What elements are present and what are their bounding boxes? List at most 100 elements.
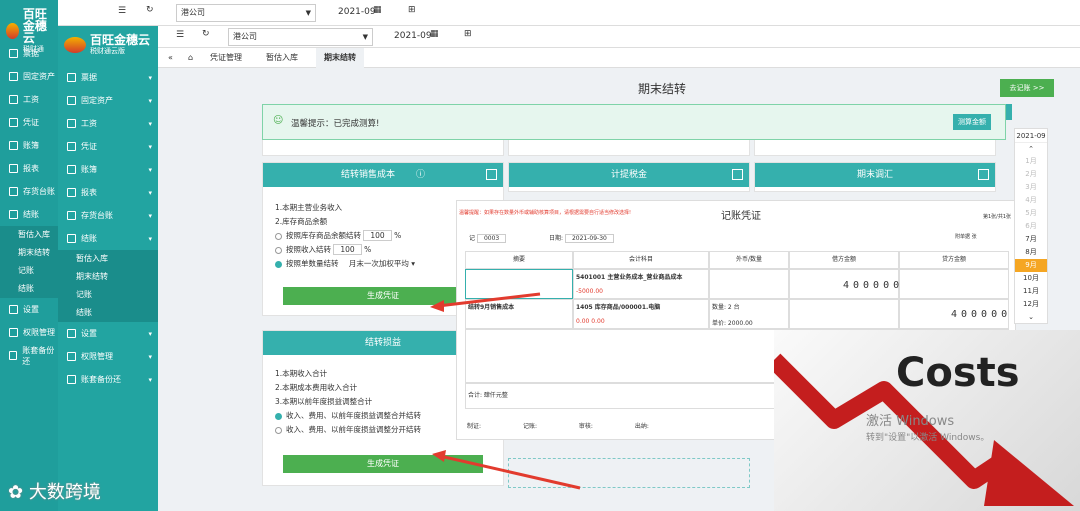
user-icon[interactable]: [978, 169, 989, 180]
month-11[interactable]: 11月: [1015, 285, 1047, 298]
month-12[interactable]: 12月: [1015, 298, 1047, 311]
company-select[interactable]: 港公司 ▼: [228, 28, 373, 46]
sidebar-subitem-9[interactable]: 期末结转: [0, 244, 58, 262]
month-6[interactable]: 6月: [1015, 220, 1047, 233]
radio-selected[interactable]: [275, 260, 282, 268]
sidebar-subitem-9[interactable]: 期末结转: [58, 268, 158, 286]
smile-icon: ☺: [273, 115, 284, 126]
month-4[interactable]: 4月: [1015, 194, 1047, 207]
calendar-icon[interactable]: ▦: [373, 5, 382, 15]
grid-settings-icon[interactable]: ⊞: [408, 5, 416, 15]
row2-debit[interactable]: [789, 299, 899, 329]
company-select[interactable]: 港公司 ▼: [176, 4, 316, 22]
menu-icon[interactable]: ☰: [176, 30, 184, 40]
month-10[interactable]: 10月: [1015, 272, 1047, 285]
sidebar-item-6[interactable]: 存货台账: [0, 180, 58, 203]
calendar-icon[interactable]: ▦: [430, 29, 439, 39]
home-icon[interactable]: ⌂: [180, 48, 201, 68]
radio[interactable]: [275, 426, 282, 434]
radio-selected[interactable]: [275, 412, 282, 420]
sidebar-subitem-11[interactable]: 结账: [0, 280, 58, 298]
grid-settings-icon[interactable]: ⊞: [464, 29, 472, 39]
month-7[interactable]: 7月: [1015, 233, 1047, 246]
sidebar-item-7[interactable]: 结账 ▾: [58, 227, 158, 250]
activate-windows-sub: 转到"设置"以激活 Windows。: [866, 433, 990, 443]
row1-credit[interactable]: [899, 269, 1009, 299]
menu-icon[interactable]: ☰: [118, 6, 126, 16]
go-ledger-button[interactable]: 去记账 >>: [1000, 79, 1054, 97]
row2-qty[interactable]: 数量: 2 台单价: 2000.00: [709, 299, 789, 329]
sidebar-subitem-11[interactable]: 结账: [58, 304, 158, 322]
radio[interactable]: [275, 246, 282, 254]
sidebar-item-5[interactable]: 报表: [0, 157, 58, 180]
refresh-icon[interactable]: ↻: [202, 29, 210, 39]
tab-prev-icon[interactable]: «: [160, 48, 181, 68]
chevron-down-icon: ▾: [148, 188, 152, 197]
calendar-current[interactable]: 2021-09: [1015, 129, 1047, 143]
sidebar-item-1[interactable]: 固定资产: [0, 65, 58, 88]
col-account: 会计科目: [573, 251, 709, 269]
sidebar-item-3[interactable]: 凭证: [0, 111, 58, 134]
collapse-handle[interactable]: [1006, 104, 1012, 120]
tab-period-close[interactable]: 期末结转: [316, 48, 364, 68]
month-9[interactable]: 9月: [1015, 259, 1047, 272]
row1-qty[interactable]: [709, 269, 789, 299]
voucher-date[interactable]: 日期: 2021-09-30: [549, 233, 614, 243]
sidebar-item-12[interactable]: 设置 ▾: [58, 322, 158, 345]
chevron-up-icon[interactable]: ⌃: [1015, 143, 1047, 155]
calc-amount-button[interactable]: 测算金额: [953, 114, 991, 130]
sidebar-subitem-10[interactable]: 记账: [0, 262, 58, 280]
card-header: 结转销售成本 ⓘ: [263, 163, 503, 187]
nav-label: 账套备份还: [81, 375, 121, 384]
sidebar-item-13[interactable]: 权限管理: [0, 321, 58, 344]
sidebar-item-3[interactable]: 凭证 ▾: [58, 135, 158, 158]
help-icon[interactable]: ⓘ: [416, 170, 425, 180]
date-value[interactable]: 2021-09-30: [564, 234, 614, 243]
sidebar-item-1[interactable]: 固定资产 ▾: [58, 89, 158, 112]
voucher-no[interactable]: 0003: [476, 234, 507, 243]
sidebar-item-0[interactable]: 票据 ▾: [58, 66, 158, 89]
sidebar-item-7[interactable]: 结账: [0, 203, 58, 226]
method-select[interactable]: 月末一次加权平均: [349, 259, 409, 268]
sidebar-item-13[interactable]: 权限管理 ▾: [58, 345, 158, 368]
nav-icon: [67, 188, 76, 197]
radio[interactable]: [275, 232, 282, 240]
month-1[interactable]: 1月: [1015, 155, 1047, 168]
voucher-attach[interactable]: 附单据 张: [955, 233, 977, 240]
sidebar-subitem-10[interactable]: 记账: [58, 286, 158, 304]
opt-label: 收入、费用、以前年度损益调整合并结转: [286, 411, 421, 420]
sidebar-item-12[interactable]: 设置: [0, 298, 58, 321]
chevron-down-icon: ▾: [148, 165, 152, 174]
tab-voucher-mgmt[interactable]: 凭证管理: [202, 48, 250, 68]
refresh-icon[interactable]: ↻: [146, 5, 154, 15]
chevron-down-icon: ▾: [148, 352, 152, 361]
sidebar-item-14[interactable]: 账套备份还 ▾: [58, 368, 158, 391]
nav-label: 期末结转: [76, 272, 108, 281]
card-ghost-3: [754, 140, 996, 156]
sidebar-item-4[interactable]: 账簿: [0, 134, 58, 157]
sidebar-item-2[interactable]: 工资: [0, 88, 58, 111]
nav-icon: [67, 142, 76, 151]
sidebar-item-6[interactable]: 存货台账 ▾: [58, 204, 158, 227]
arrow-head-2: [432, 450, 446, 462]
sidebar-item-14[interactable]: 账套备份还: [0, 344, 58, 367]
user-icon[interactable]: [486, 169, 497, 180]
chevron-down-icon[interactable]: ⌄: [1015, 311, 1047, 323]
opt1-value[interactable]: 100: [363, 230, 392, 241]
month-8[interactable]: 8月: [1015, 246, 1047, 259]
nav-label: 设置: [81, 329, 97, 338]
month-3[interactable]: 3月: [1015, 181, 1047, 194]
user-icon[interactable]: [732, 169, 743, 180]
sidebar-item-5[interactable]: 报表 ▾: [58, 181, 158, 204]
month-5[interactable]: 5月: [1015, 207, 1047, 220]
sidebar-item-0[interactable]: 票据: [0, 42, 58, 65]
tab-temp-storage[interactable]: 暂估入库: [258, 48, 306, 68]
voucher-word[interactable]: 记 0003: [469, 233, 507, 243]
sidebar-subitem-8[interactable]: 暂估入库: [58, 250, 158, 268]
sidebar-subitem-8[interactable]: 暂估入库: [0, 226, 58, 244]
nav-icon: [67, 165, 76, 174]
opt2-value[interactable]: 100: [333, 244, 362, 255]
month-2[interactable]: 2月: [1015, 168, 1047, 181]
sidebar-item-4[interactable]: 账簿 ▾: [58, 158, 158, 181]
sidebar-item-2[interactable]: 工资 ▾: [58, 112, 158, 135]
